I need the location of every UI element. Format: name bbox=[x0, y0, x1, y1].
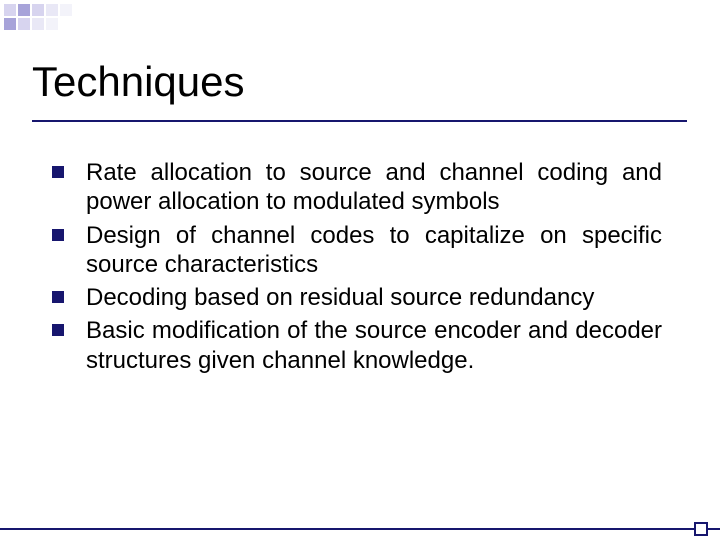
decor-square bbox=[4, 4, 16, 16]
decor-square bbox=[46, 4, 58, 16]
decor-square bbox=[18, 4, 30, 16]
list-item: Basic modification of the source encoder… bbox=[52, 316, 662, 375]
decor-square bbox=[32, 18, 44, 30]
decor-square bbox=[4, 18, 16, 30]
square-bullet-icon bbox=[52, 166, 64, 178]
footer-rule bbox=[0, 528, 720, 530]
square-bullet-icon bbox=[52, 324, 64, 336]
bullet-text: Rate allocation to source and channel co… bbox=[86, 158, 662, 217]
square-bullet-icon bbox=[52, 229, 64, 241]
bullet-text: Decoding based on residual source redund… bbox=[86, 283, 662, 312]
list-item: Rate allocation to source and channel co… bbox=[52, 158, 662, 217]
slide-title: Techniques bbox=[32, 58, 244, 106]
bullet-text: Design of channel codes to capitalize on… bbox=[86, 221, 662, 280]
decor-square bbox=[60, 18, 72, 30]
list-item: Decoding based on residual source redund… bbox=[52, 283, 662, 312]
slide: Techniques Rate allocation to source and… bbox=[0, 0, 720, 540]
decor-square bbox=[46, 18, 58, 30]
list-item: Design of channel codes to capitalize on… bbox=[52, 221, 662, 280]
bullet-list: Rate allocation to source and channel co… bbox=[52, 158, 662, 379]
decor-square bbox=[60, 4, 72, 16]
title-underline bbox=[32, 120, 687, 122]
bullet-text: Basic modification of the source encoder… bbox=[86, 316, 662, 375]
decor-square bbox=[32, 4, 44, 16]
corner-decoration bbox=[4, 4, 72, 30]
decor-square bbox=[18, 18, 30, 30]
square-bullet-icon bbox=[52, 291, 64, 303]
footer-square-icon bbox=[694, 522, 708, 536]
